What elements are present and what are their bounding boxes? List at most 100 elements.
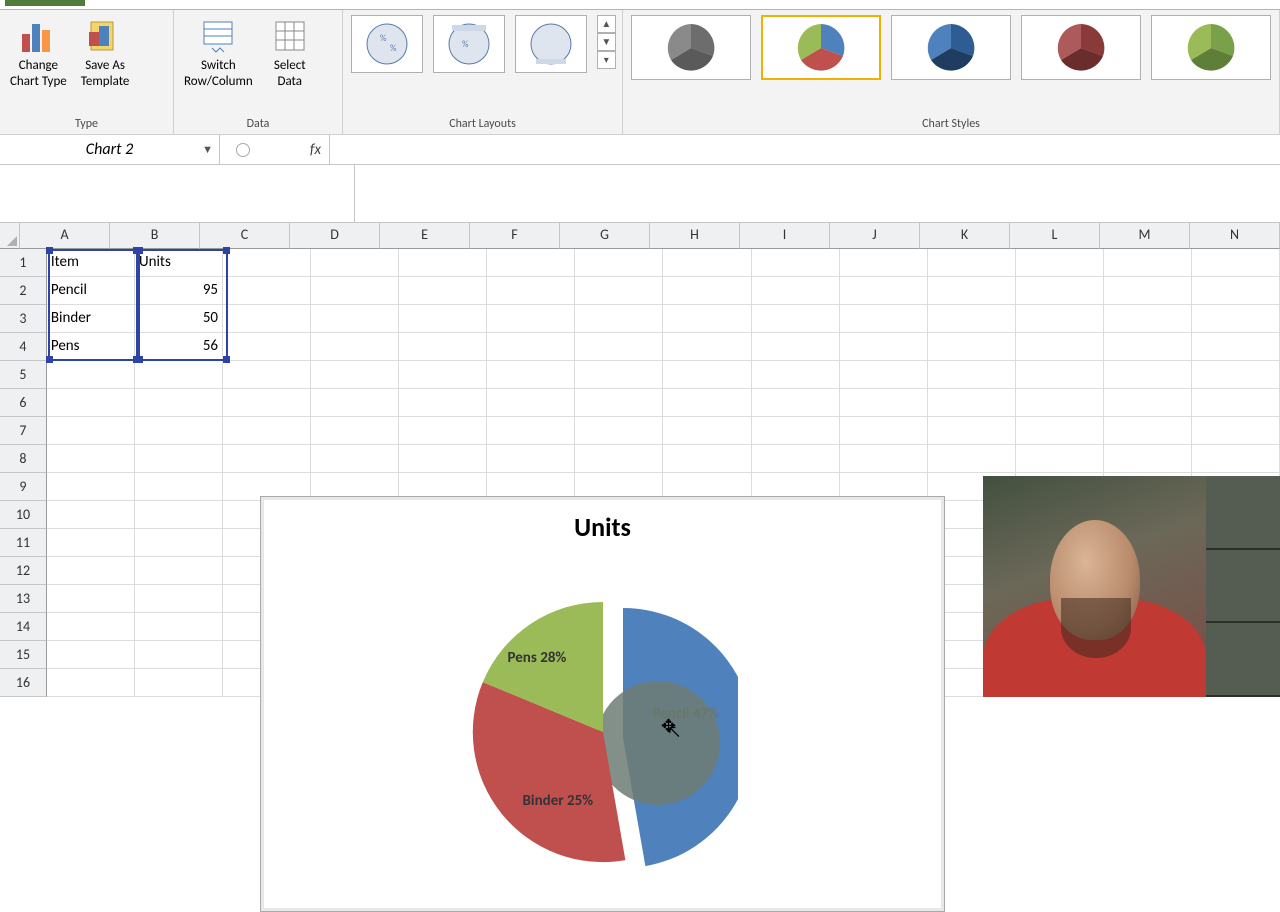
cell[interactable] [663, 249, 751, 277]
cell[interactable] [311, 333, 399, 361]
cell[interactable] [928, 361, 1016, 389]
cell[interactable] [928, 389, 1016, 417]
cell[interactable] [135, 641, 223, 669]
cell[interactable] [135, 613, 223, 641]
cell[interactable] [399, 277, 487, 305]
cell[interactable] [1192, 389, 1280, 417]
cell[interactable] [47, 473, 135, 501]
spreadsheet-grid[interactable]: ABCDEFGHIJKLMN 1ItemUnits2Pencil953Binde… [0, 223, 1280, 697]
cell[interactable] [575, 417, 663, 445]
cell[interactable] [575, 361, 663, 389]
column-header[interactable]: L [1010, 223, 1100, 249]
row-header[interactable]: 14 [0, 613, 47, 641]
cell[interactable] [135, 361, 223, 389]
row-header[interactable]: 13 [0, 585, 47, 613]
cell[interactable] [575, 305, 663, 333]
cell[interactable] [47, 529, 135, 557]
cell[interactable] [928, 333, 1016, 361]
cell[interactable] [840, 305, 928, 333]
column-header[interactable]: A [20, 223, 110, 249]
cell[interactable] [223, 333, 311, 361]
cell[interactable] [663, 445, 751, 473]
cell[interactable] [663, 277, 751, 305]
cell[interactable]: Binder [47, 305, 135, 333]
cell[interactable] [47, 669, 135, 697]
cell[interactable] [928, 249, 1016, 277]
cell[interactable] [47, 389, 135, 417]
cell[interactable] [487, 277, 575, 305]
cell[interactable] [135, 445, 223, 473]
cell[interactable]: 56 [135, 333, 223, 361]
cell[interactable] [840, 445, 928, 473]
cell[interactable] [752, 361, 840, 389]
cell[interactable] [223, 389, 311, 417]
chart-title[interactable]: Units [261, 511, 944, 543]
column-header[interactable]: E [380, 223, 470, 249]
cell[interactable] [487, 417, 575, 445]
cell[interactable] [223, 249, 311, 277]
row-header[interactable]: 1 [0, 249, 47, 277]
cell[interactable] [1192, 445, 1280, 473]
cell[interactable] [311, 249, 399, 277]
cell[interactable] [1016, 361, 1104, 389]
cell[interactable] [47, 585, 135, 613]
chart-style-option[interactable] [761, 15, 881, 80]
cell[interactable] [840, 417, 928, 445]
cell[interactable] [752, 445, 840, 473]
row-header[interactable]: 3 [0, 305, 47, 333]
column-header[interactable]: F [470, 223, 560, 249]
row-header[interactable]: 16 [0, 669, 47, 697]
cell[interactable] [399, 417, 487, 445]
cell[interactable] [135, 473, 223, 501]
cell[interactable] [47, 501, 135, 529]
row-header[interactable]: 5 [0, 361, 47, 389]
cell[interactable] [311, 361, 399, 389]
cell[interactable]: Pencil [47, 277, 135, 305]
pie-plot[interactable]: Pens 28% Binder 25% Pencil 47% [468, 597, 738, 871]
row-header[interactable]: 8 [0, 445, 47, 473]
cell[interactable] [575, 277, 663, 305]
cell[interactable] [47, 641, 135, 669]
name-box[interactable]: Chart 2▼ [0, 135, 220, 164]
cell[interactable] [1016, 445, 1104, 473]
cell[interactable] [663, 417, 751, 445]
cell[interactable] [752, 277, 840, 305]
cell[interactable] [399, 445, 487, 473]
cell[interactable] [135, 417, 223, 445]
row-header[interactable]: 7 [0, 417, 47, 445]
cell[interactable] [840, 389, 928, 417]
cell[interactable] [47, 557, 135, 585]
cell[interactable] [1016, 389, 1104, 417]
chevron-down-icon[interactable]: ▼ [202, 143, 213, 156]
cell[interactable] [663, 389, 751, 417]
cell[interactable]: 50 [135, 305, 223, 333]
cell[interactable]: Item [47, 249, 135, 277]
cell[interactable] [399, 249, 487, 277]
row-header[interactable]: 12 [0, 557, 47, 585]
cell[interactable] [1104, 277, 1192, 305]
cell[interactable] [1104, 333, 1192, 361]
column-header[interactable]: B [110, 223, 200, 249]
column-header[interactable]: D [290, 223, 380, 249]
cell[interactable] [1192, 305, 1280, 333]
chart-style-option[interactable] [631, 15, 751, 80]
select-all-corner[interactable] [0, 223, 20, 249]
chart-layout-option[interactable] [515, 15, 587, 73]
column-header[interactable]: H [650, 223, 740, 249]
gallery-more-icon[interactable]: ▾ [597, 51, 616, 69]
cell[interactable] [1016, 417, 1104, 445]
cell[interactable] [1192, 333, 1280, 361]
cell[interactable] [1192, 277, 1280, 305]
cell[interactable] [135, 669, 223, 697]
cell[interactable] [928, 277, 1016, 305]
column-header[interactable]: K [920, 223, 1010, 249]
cell[interactable] [47, 613, 135, 641]
row-header[interactable]: 4 [0, 333, 47, 361]
cell[interactable] [1016, 333, 1104, 361]
cell[interactable] [311, 389, 399, 417]
cell[interactable] [487, 333, 575, 361]
cell[interactable] [399, 389, 487, 417]
chart-style-option[interactable] [891, 15, 1011, 80]
cell[interactable] [928, 445, 1016, 473]
cell[interactable] [135, 501, 223, 529]
